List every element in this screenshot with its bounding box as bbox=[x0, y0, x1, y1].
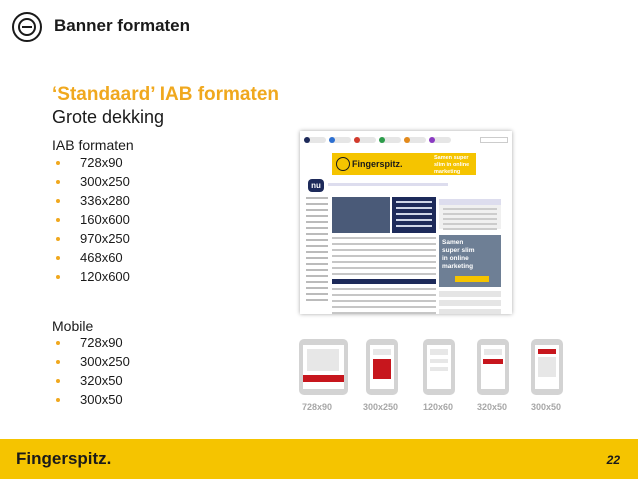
device-label: 728x90 bbox=[302, 402, 333, 412]
list-item: 300x250 bbox=[56, 352, 130, 371]
bullet-icon bbox=[56, 217, 60, 222]
list-item: 728x90 bbox=[56, 333, 130, 352]
iab-list-title: IAB formaten bbox=[52, 137, 134, 153]
site-logo: nu bbox=[308, 179, 324, 192]
list-item: 300x50 bbox=[56, 390, 130, 409]
device-label: 300x50 bbox=[531, 402, 562, 412]
bullet-icon bbox=[56, 179, 60, 184]
page-number: 22 bbox=[606, 453, 620, 467]
footer-brand: Fingerspitz. bbox=[16, 449, 112, 468]
device-320x50 bbox=[477, 339, 509, 395]
device-120x60 bbox=[423, 339, 455, 395]
nav-pill bbox=[379, 137, 401, 143]
ad-block bbox=[373, 359, 391, 379]
rectangle-banner: Samen super slim in online marketing bbox=[439, 235, 501, 287]
nav-pill bbox=[404, 137, 426, 143]
bullet-icon bbox=[56, 274, 60, 279]
bullet-icon bbox=[56, 255, 60, 260]
banner-brand: Fingerspitz. bbox=[352, 159, 403, 169]
hero-image bbox=[332, 197, 390, 233]
banner-slogan: Samen super slim in online marketing bbox=[434, 155, 470, 175]
tab-panel bbox=[439, 199, 501, 230]
nav-pill bbox=[329, 137, 351, 143]
device-label: 320x50 bbox=[477, 402, 508, 412]
device-300x50 bbox=[531, 339, 563, 395]
site-sidebar bbox=[306, 197, 328, 305]
nav-pill bbox=[304, 137, 326, 143]
site-nav bbox=[304, 136, 508, 144]
list-item: 120x600 bbox=[56, 267, 130, 286]
nav-pill bbox=[429, 137, 451, 143]
side-banner-text: Samen super slim in online marketing bbox=[442, 239, 475, 270]
iab-list: 728x90 300x250 336x280 160x600 970x250 4… bbox=[56, 153, 130, 286]
bullet-icon bbox=[56, 359, 60, 364]
hero-text bbox=[392, 197, 436, 233]
mobile-list: 728x90 300x250 320x50 300x50 bbox=[56, 333, 130, 409]
bullet-icon bbox=[56, 236, 60, 241]
device-300x250 bbox=[366, 339, 398, 395]
list-item: 970x250 bbox=[56, 229, 130, 248]
nav-pill bbox=[354, 137, 376, 143]
bullet-icon bbox=[56, 340, 60, 345]
list-item: 320x50 bbox=[56, 371, 130, 390]
device-728x90 bbox=[299, 339, 348, 395]
device-label: 300x250 bbox=[363, 402, 399, 412]
ad-block bbox=[538, 349, 556, 354]
article-list bbox=[332, 237, 436, 314]
bullet-icon bbox=[56, 160, 60, 165]
ad-block bbox=[483, 359, 503, 364]
header-bar: Banner formaten bbox=[0, 0, 638, 52]
list-item: 336x280 bbox=[56, 191, 130, 210]
bullet-icon bbox=[56, 378, 60, 383]
bottom-items bbox=[439, 291, 501, 314]
ad-block bbox=[303, 375, 344, 382]
list-item: 728x90 bbox=[56, 153, 130, 172]
section-subheading: Grote dekking bbox=[52, 107, 165, 127]
list-item: 468x60 bbox=[56, 248, 130, 267]
device-label: 120x60 bbox=[423, 402, 454, 412]
globe-logo-icon bbox=[12, 12, 42, 42]
bullet-icon bbox=[56, 198, 60, 203]
site-search-box bbox=[480, 137, 508, 143]
leaderboard-banner: Fingerspitz. Samen super slim in online … bbox=[332, 153, 476, 175]
list-item: 300x250 bbox=[56, 172, 130, 191]
list-item: 160x600 bbox=[56, 210, 130, 229]
slide-title: Banner formaten bbox=[54, 16, 191, 35]
website-screenshot: Fingerspitz. Samen super slim in online … bbox=[300, 131, 512, 314]
globe-logo-icon bbox=[336, 157, 350, 171]
section-heading: ‘Standaard’ IAB formaten bbox=[52, 84, 279, 105]
mobile-list-title: Mobile bbox=[52, 318, 94, 334]
banner-cta bbox=[455, 276, 489, 282]
site-subnav bbox=[328, 183, 448, 186]
bullet-icon bbox=[56, 397, 60, 402]
